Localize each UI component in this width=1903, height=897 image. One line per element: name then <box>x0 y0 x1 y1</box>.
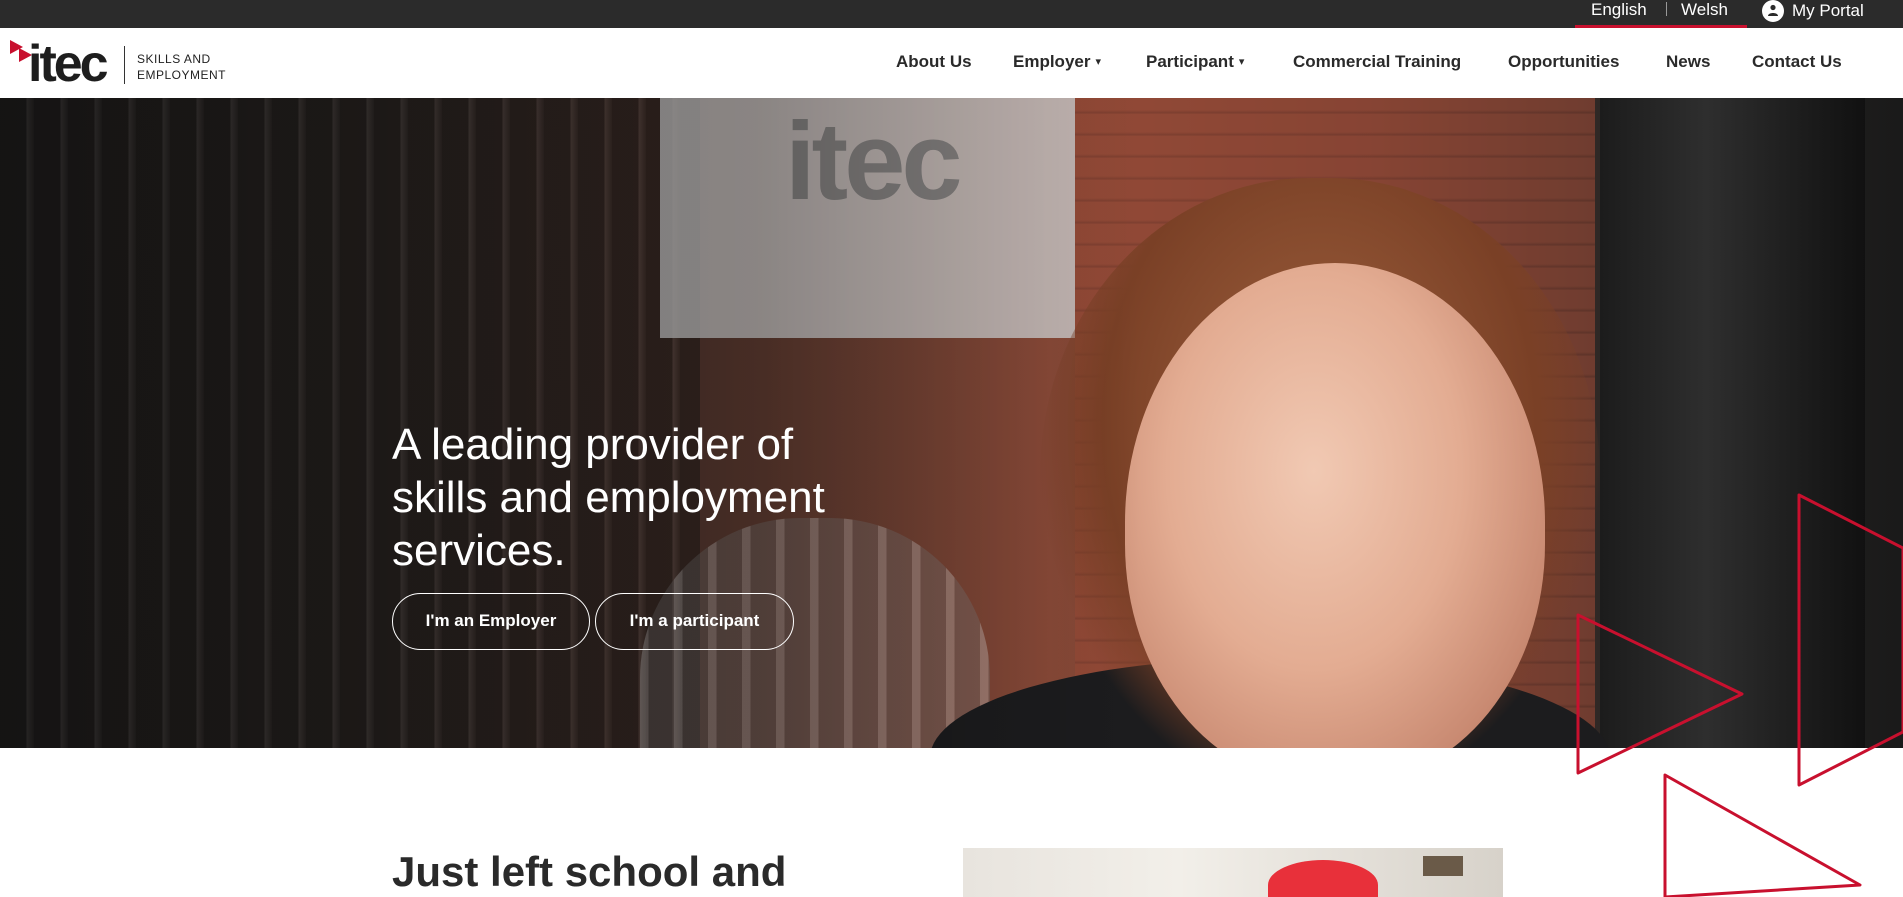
hero-heading-line3: services. <box>392 526 566 575</box>
chevron-down-icon: ▾ <box>1095 56 1102 68</box>
section-image <box>963 848 1503 897</box>
utility-bar: English Welsh My Portal <box>0 0 1903 28</box>
nav-item-opportunities[interactable]: Opportunities <box>1508 52 1619 72</box>
logo-wordmark: itec <box>28 35 109 93</box>
nav-item-label: Opportunities <box>1508 52 1620 71</box>
nav-item-news[interactable]: News <box>1666 52 1710 72</box>
language-welsh[interactable]: Welsh <box>1681 0 1728 28</box>
nav-item-commercial-training[interactable]: Commercial Training <box>1293 52 1461 72</box>
nav-item-participant[interactable]: Participant ▾ <box>1146 52 1244 72</box>
hero-heading-line1: A leading provider of <box>392 420 794 469</box>
logo-divider <box>124 46 125 84</box>
nav-item-label: News <box>1666 52 1711 71</box>
nav-item-label: Employer <box>1013 52 1091 71</box>
nav-item-employer[interactable]: Employer ▾ <box>1013 52 1101 72</box>
hero-heading: A leading provider of skills and employm… <box>392 418 952 577</box>
nav-item-label: Participant <box>1146 52 1234 71</box>
logo-tagline: SKILLS AND EMPLOYMENT <box>137 51 226 83</box>
my-portal-label: My Portal <box>1792 1 1864 20</box>
nav-item-about-us[interactable]: About Us <box>896 52 972 72</box>
section-image-shelf <box>1423 856 1463 876</box>
user-icon <box>1762 0 1784 22</box>
language-english[interactable]: English <box>1591 0 1647 28</box>
section-heading: Just left school and <box>392 848 787 895</box>
language-divider <box>1666 2 1667 16</box>
nav-item-contact-us[interactable]: Contact Us <box>1752 52 1842 72</box>
employer-button[interactable]: I'm an Employer <box>392 593 590 650</box>
nav-item-label: Contact Us <box>1752 52 1842 71</box>
logo-tagline-line1: SKILLS AND <box>137 52 211 66</box>
site-header: itec SKILLS AND EMPLOYMENT About Us Empl… <box>0 28 1903 98</box>
hero-heading-line2: skills and employment <box>392 473 825 522</box>
section-image-red-cap <box>1268 860 1378 897</box>
chevron-down-icon: ▾ <box>1238 56 1245 68</box>
participant-button[interactable]: I'm a participant <box>595 593 794 650</box>
site-logo[interactable]: itec SKILLS AND EMPLOYMENT <box>10 35 240 93</box>
nav-item-label: About Us <box>896 52 972 71</box>
logo-tagline-line2: EMPLOYMENT <box>137 68 227 82</box>
triangle-outline-icon <box>1576 493 1903 897</box>
nav-item-label: Commercial Training <box>1293 52 1462 71</box>
